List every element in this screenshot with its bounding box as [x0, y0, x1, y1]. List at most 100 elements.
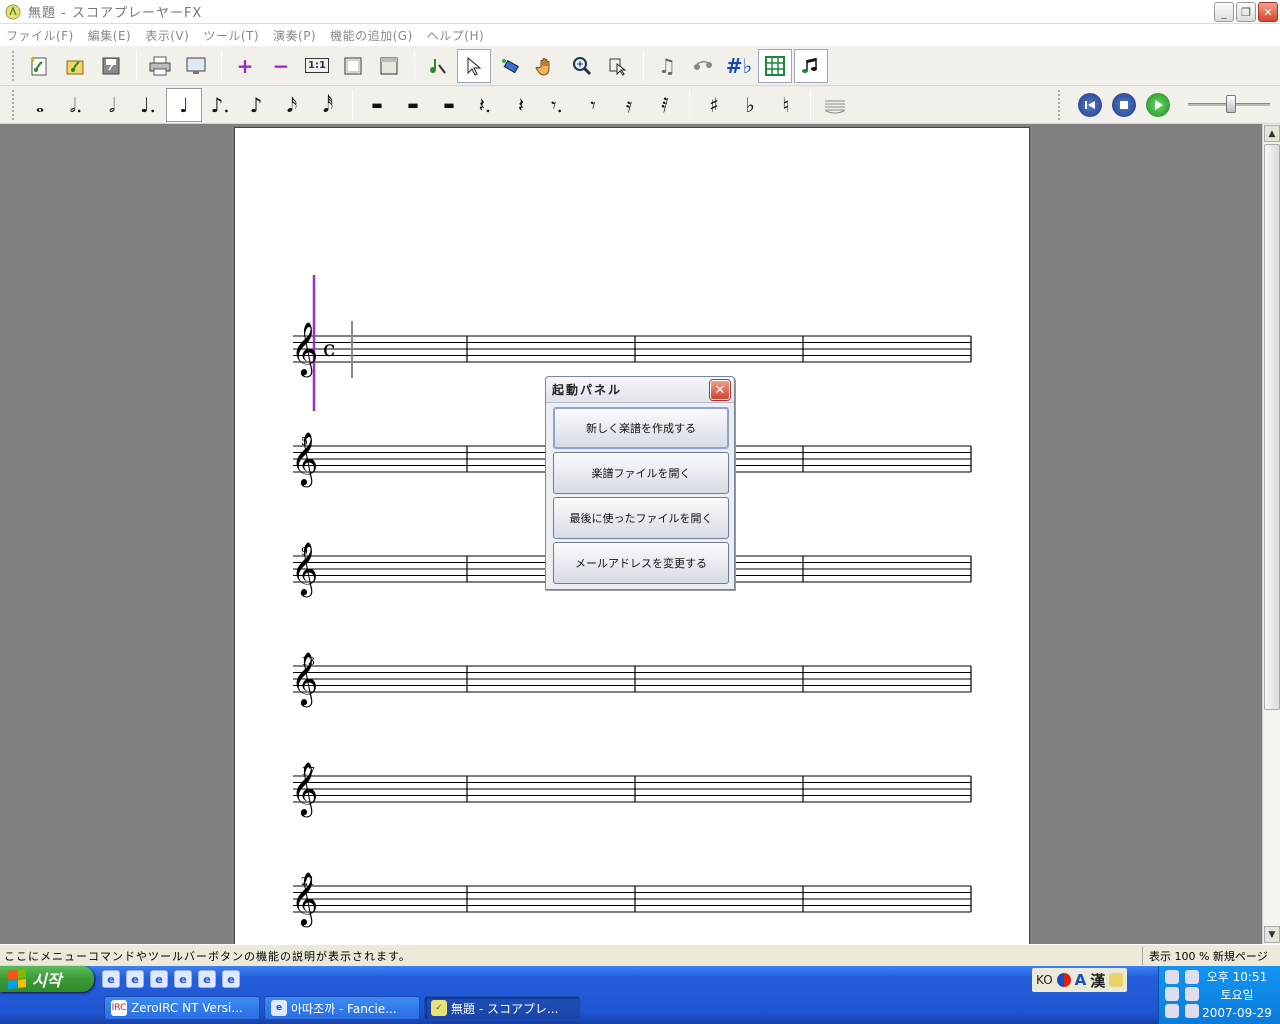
clock[interactable]: 오후 10:51 토요일 2007-09-29 [1202, 968, 1272, 1022]
menu-play[interactable]: 演奏(P) [273, 27, 316, 44]
dialog-title-bar[interactable]: 起動パネル [546, 377, 734, 403]
browser-icon[interactable]: e [102, 970, 120, 988]
dotted-quarter-rest-icon: 𝄽. [478, 92, 492, 117]
scroll-down-button[interactable]: ▼ [1264, 926, 1280, 943]
minimize-button[interactable]: _ [1214, 2, 1234, 22]
monitor-icon[interactable] [1184, 1004, 1199, 1018]
note-input-tool-button[interactable] [421, 49, 455, 83]
menu-help[interactable]: ヘルプ(H) [427, 27, 484, 44]
dotted-quarter-rest-button[interactable]: 𝄽. [467, 88, 503, 122]
update-icon[interactable] [1184, 987, 1199, 1001]
pen-icon[interactable] [1184, 970, 1199, 984]
play-cursor-tool-button[interactable] [601, 49, 635, 83]
scroll-thumb[interactable] [1264, 144, 1280, 710]
toolbar-grip[interactable] [12, 89, 16, 120]
thirty-second-note-button[interactable]: 𝅘𝅥𝅰 [310, 88, 346, 122]
toolbar-grip[interactable] [12, 50, 16, 81]
select-tool-button[interactable] [457, 48, 491, 83]
taskbar: 시작 e e e e e e IRC ZeroIRC NT Versi... e… [0, 966, 1280, 1024]
dotted-eighth-rest-button[interactable]: 𝄾. [539, 88, 575, 122]
dotted-half-rest-button[interactable]: ▬ [395, 88, 431, 122]
taskbar-item-scoreplayer[interactable]: ✓ 無題 - スコアプレ... [424, 996, 580, 1020]
browser-icon[interactable]: e [198, 970, 216, 988]
taskbar-item-browser[interactable]: e 아따조까 - Fancie... [264, 996, 420, 1020]
open-recent-file-button[interactable]: 最後に使ったファイルを開く [553, 497, 729, 539]
ime-mode-icon[interactable]: A [1075, 971, 1087, 989]
accidental-tool-button[interactable]: #♭ [722, 49, 756, 83]
sixteenth-rest-button[interactable]: 𝄿 [611, 88, 647, 122]
stop-button[interactable] [1112, 93, 1136, 117]
language-bar[interactable]: KO A 漢 [1032, 968, 1128, 992]
vertical-scrollbar[interactable]: ▲ ▼ [1262, 124, 1280, 944]
windows-logo-icon [8, 969, 26, 989]
tie-tool-button[interactable] [686, 49, 720, 83]
quarter-rest-button[interactable]: 𝄽 [503, 88, 539, 122]
browser-icon[interactable]: e [174, 970, 192, 988]
menu-view[interactable]: 表示(V) [145, 27, 189, 44]
zoom-in-button[interactable]: + [228, 49, 262, 83]
sixteenth-note-button[interactable]: 𝅘𝅥𝅯 [274, 88, 310, 122]
whole-rest-button[interactable]: ▬ [359, 88, 395, 122]
menu-edit[interactable]: 編集(E) [88, 27, 131, 44]
natural-button[interactable]: ♮ [768, 88, 804, 122]
printer-icon [149, 56, 171, 75]
half-rest-button[interactable]: ▬ [431, 88, 467, 122]
fit-width-button[interactable] [372, 49, 406, 83]
browser-icon[interactable]: e [150, 970, 168, 988]
close-button[interactable]: ✕ [1258, 2, 1278, 22]
note-toolbar: 𝅝 𝅗𝅥. 𝅗𝅥 ♩. ♩ ♪. ♪ 𝅘𝅥𝅯 𝅘𝅥𝅰 ▬ ▬ ▬ 𝄽. 𝄽 𝄾.… [0, 86, 1280, 124]
new-file-button[interactable] [22, 49, 56, 83]
network-icon[interactable] [1165, 970, 1179, 984]
magnify-tool-button[interactable] [565, 49, 599, 83]
staff-tool-button[interactable] [817, 88, 853, 122]
thirty-second-rest-button[interactable]: 𝅀 [647, 88, 683, 122]
dotted-quarter-note-button[interactable]: ♩. [130, 88, 166, 122]
menu-file[interactable]: ファイル(F) [6, 27, 74, 44]
taskbar-item-zeroirc[interactable]: IRC ZeroIRC NT Versi... [104, 996, 260, 1020]
print-preview-button[interactable] [179, 49, 213, 83]
toolbar-grip[interactable] [1058, 90, 1062, 120]
dotted-eighth-note-button[interactable]: ♪. [202, 88, 238, 122]
dotted-half-note-button[interactable]: 𝅗𝅥. [58, 88, 94, 122]
print-button[interactable] [143, 49, 177, 83]
dialog-close-button[interactable]: ✕ [709, 379, 731, 401]
half-note-button[interactable]: 𝅗𝅥 [94, 88, 130, 122]
zoom-out-button[interactable]: − [264, 49, 298, 83]
note-tool-button[interactable]: ♫ [650, 49, 684, 83]
play-button[interactable] [1146, 93, 1170, 117]
browser-icon[interactable]: e [126, 970, 144, 988]
actual-size-icon: 1:1 [305, 58, 329, 73]
scroll-up-button[interactable]: ▲ [1264, 125, 1280, 142]
hanja-icon[interactable]: 漢 [1090, 970, 1105, 991]
rewind-button[interactable] [1078, 93, 1102, 117]
dotted-eighth-note-icon: ♪. [210, 92, 230, 117]
flat-button[interactable]: ♭ [732, 88, 768, 122]
eighth-note-button[interactable]: ♪ [238, 88, 274, 122]
change-email-button[interactable]: メールアドレスを変更する [553, 542, 729, 584]
eraser-tool-button[interactable] [493, 49, 527, 83]
open-score-file-button[interactable]: 楽譜ファイルを開く [553, 452, 729, 494]
whole-note-button[interactable]: 𝅝 [22, 88, 58, 122]
save-file-button[interactable] [94, 49, 128, 83]
beam-tool-button[interactable] [794, 48, 828, 83]
tempo-slider[interactable] [1188, 93, 1270, 117]
grid-toggle-button[interactable] [758, 48, 792, 83]
fit-page-button[interactable] [336, 49, 370, 83]
security-icon[interactable] [1165, 1004, 1179, 1018]
browser-icon[interactable]: e [222, 970, 240, 988]
menu-addons[interactable]: 機能の追加(G) [330, 27, 413, 44]
maximize-button[interactable]: ❐ [1236, 2, 1256, 22]
hand-tool-button[interactable] [529, 49, 563, 83]
eighth-rest-button[interactable]: 𝄾 [575, 88, 611, 122]
menu-tools[interactable]: ツール(T) [203, 27, 259, 44]
sharp-button[interactable]: ♯ [696, 88, 732, 122]
ime-pad-icon[interactable] [1109, 973, 1124, 987]
slider-thumb[interactable] [1226, 95, 1236, 113]
open-file-button[interactable] [58, 49, 92, 83]
half-note-icon: 𝅗𝅥 [108, 92, 116, 117]
quarter-note-button[interactable]: ♩ [166, 87, 202, 122]
volume-icon[interactable] [1165, 987, 1179, 1001]
zoom-100-button[interactable]: 1:1 [300, 49, 334, 83]
new-score-button[interactable]: 新しく楽譜を作成する [553, 407, 729, 449]
start-button[interactable]: 시작 [0, 966, 94, 992]
